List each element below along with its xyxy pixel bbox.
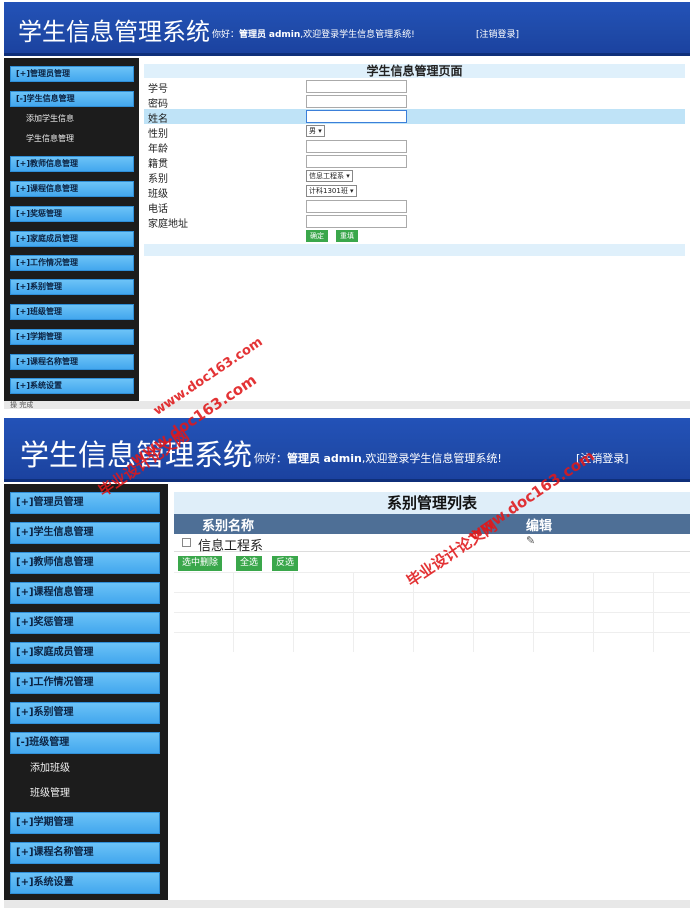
sidebar-item-admin[interactable]: [+]管理员管理 <box>10 66 134 82</box>
sidebar: [+]管理员管理 [-]学生信息管理 添加学生信息 学生信息管理 [+]教师信息… <box>4 58 139 401</box>
column-header-name: 系别名称 <box>202 519 255 534</box>
sidebar-item-teacher[interactable]: [+]教师信息管理 <box>10 156 134 172</box>
delete-selected-button[interactable]: 选中删除 <box>178 556 223 571</box>
page-title: 系别管理列表 <box>174 492 690 514</box>
reset-button[interactable]: 重填 <box>336 230 358 242</box>
age-input[interactable] <box>306 140 407 153</box>
form-row-department: 系别 信息工程系 ▾ <box>144 169 685 185</box>
student-id-input[interactable] <box>306 80 407 93</box>
sidebar-item-student[interactable]: [-]学生信息管理 <box>10 91 134 107</box>
welcome-text: 你好：管理员 admin,欢迎登录学生信息管理系统! <box>254 452 502 465</box>
department-select[interactable]: 信息工程系 ▾ <box>306 170 353 182</box>
table-grid <box>174 572 690 652</box>
sidebar-sub-add-class[interactable]: 添加班级 <box>30 759 70 774</box>
select-all-button[interactable]: 全选 <box>236 556 263 571</box>
field-label: 性别 <box>148 129 168 140</box>
pencil-icon[interactable]: ✎ <box>526 534 535 547</box>
sidebar-item-term[interactable]: [+]学期管理 <box>10 812 160 834</box>
password-input[interactable] <box>306 95 407 108</box>
sidebar-item-department[interactable]: [+]系别管理 <box>10 702 160 724</box>
sidebar-item-family[interactable]: [+]家庭成员管理 <box>10 642 160 664</box>
sidebar-item-course[interactable]: [+]课程信息管理 <box>10 181 134 197</box>
phone-input[interactable] <box>306 200 407 213</box>
field-label: 电话 <box>148 204 168 215</box>
form-row-address: 家庭地址 <box>144 214 685 230</box>
form-row-id: 学号 <box>144 79 685 95</box>
page-title: 学生信息管理页面 <box>144 64 685 78</box>
main-content: 系别管理列表 系别名称 编辑 信息工程系 ✎ 选中删除 全选 反选 <box>174 488 690 908</box>
name-input[interactable] <box>306 110 407 123</box>
field-label: 年龄 <box>148 144 168 155</box>
field-label: 家庭地址 <box>148 219 188 230</box>
column-header-edit: 编辑 <box>526 519 553 534</box>
sidebar-item-settings[interactable]: [+]系统设置 <box>10 872 160 894</box>
field-label: 姓名 <box>148 114 168 125</box>
form-row-phone: 电话 <box>144 199 685 215</box>
main-content: 学生信息管理页面 学号 密码 姓名 性别男 ▾ 年龄 籍贯 系别 信息工程系 ▾ … <box>144 62 685 402</box>
class-select[interactable]: 计科1301班 ▾ <box>306 185 357 197</box>
sidebar-item-admin[interactable]: [+]管理员管理 <box>10 492 160 514</box>
sidebar-item-work[interactable]: [+]工作情况管理 <box>10 672 160 694</box>
form-row-native: 籍贯 <box>144 154 685 170</box>
form-footer-bar <box>144 244 685 256</box>
field-label: 班级 <box>148 189 168 200</box>
field-label: 系别 <box>148 174 168 185</box>
form-row-age: 年龄 <box>144 139 685 155</box>
sidebar-sub-manage-class[interactable]: 班级管理 <box>30 784 70 799</box>
address-input[interactable] <box>306 215 407 228</box>
status-bar <box>4 900 690 908</box>
table-row: 信息工程系 ✎ <box>174 534 690 554</box>
sidebar-item-student[interactable]: [+]学生信息管理 <box>10 522 160 544</box>
table-header: 系别名称 编辑 <box>174 514 690 534</box>
logout-link[interactable]: [注销登录] <box>476 27 519 40</box>
native-place-input[interactable] <box>306 155 407 168</box>
form-row-class: 班级 计科1301班 ▾ <box>144 184 685 200</box>
welcome-text: 你好：管理员 admin,欢迎登录学生信息管理系统! <box>212 30 415 40</box>
sidebar-item-department[interactable]: [+]系别管理 <box>10 279 134 295</box>
sidebar-item-settings[interactable]: [+]系统设置 <box>10 378 134 394</box>
sidebar-item-work[interactable]: [+]工作情况管理 <box>10 255 134 271</box>
form-row-password: 密码 <box>144 94 685 110</box>
app-title: 学生信息管理系统 <box>18 18 210 46</box>
sidebar-item-course[interactable]: [+]课程信息管理 <box>10 582 160 604</box>
sidebar-item-term[interactable]: [+]学期管理 <box>10 329 134 345</box>
invert-selection-button[interactable]: 反选 <box>272 556 299 571</box>
sidebar-item-reward[interactable]: [+]奖惩管理 <box>10 612 160 634</box>
form-row-name: 姓名 <box>144 109 685 125</box>
gender-select[interactable]: 男 ▾ <box>306 125 325 137</box>
screenshot-student-form: 学生信息管理系统 你好：管理员 admin,欢迎登录学生信息管理系统! [注销登… <box>4 2 690 409</box>
sidebar-item-course-name[interactable]: [+]课程名称管理 <box>10 842 160 864</box>
sidebar: [+]管理员管理 [+]学生信息管理 [+]教师信息管理 [+]课程信息管理 [… <box>4 484 168 904</box>
field-label: 学号 <box>148 84 168 95</box>
confirm-button[interactable]: 确定 <box>306 230 328 242</box>
sidebar-sub-manage-student[interactable]: 学生信息管理 <box>26 133 74 144</box>
field-label: 密码 <box>148 99 168 110</box>
sidebar-item-teacher[interactable]: [+]教师信息管理 <box>10 552 160 574</box>
department-name-cell: 信息工程系 <box>198 539 264 554</box>
field-label: 籍贯 <box>148 159 168 170</box>
form-row-gender: 性别 男 ▾ <box>144 124 685 140</box>
status-bar: 操 完成 <box>4 401 690 409</box>
top-header: 学生信息管理系统 你好：管理员 admin,欢迎登录学生信息管理系统! [注销登… <box>4 2 690 56</box>
sidebar-sub-add-student[interactable]: 添加学生信息 <box>26 113 74 124</box>
sidebar-item-class[interactable]: [-]班级管理 <box>10 732 160 754</box>
row-checkbox[interactable] <box>182 538 191 547</box>
sidebar-item-class[interactable]: [+]班级管理 <box>10 304 134 320</box>
sidebar-item-course-name[interactable]: [+]课程名称管理 <box>10 354 134 370</box>
sidebar-item-family[interactable]: [+]家庭成员管理 <box>10 231 134 247</box>
sidebar-item-reward[interactable]: [+]奖惩管理 <box>10 206 134 222</box>
